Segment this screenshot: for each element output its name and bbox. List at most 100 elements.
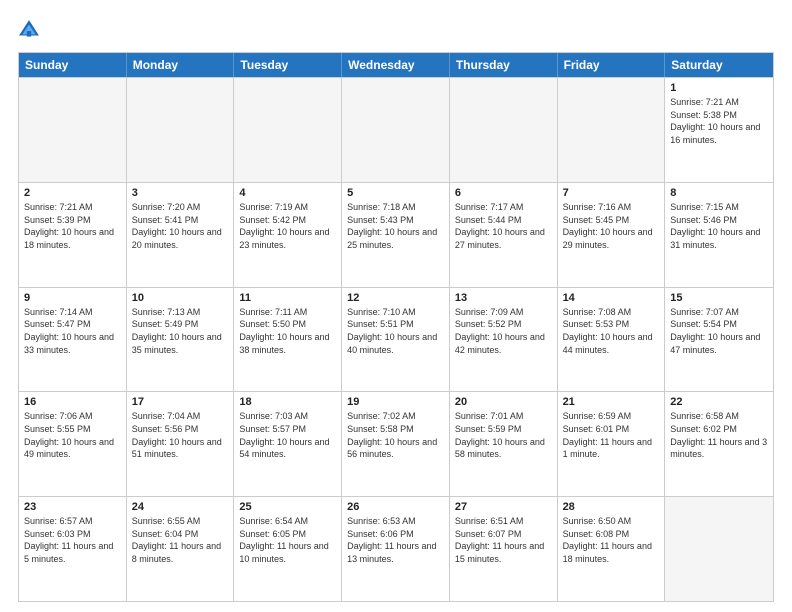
day-cell-25: 25 Sunrise: 6:54 AM Sunset: 6:05 PM Dayli… [234, 497, 342, 601]
day-cell-26: 26 Sunrise: 6:53 AM Sunset: 6:06 PM Dayli… [342, 497, 450, 601]
day-info: Sunrise: 7:20 AM Sunset: 5:41 PM Dayligh… [132, 201, 229, 251]
calendar: SundayMondayTuesdayWednesdayThursdayFrid… [18, 52, 774, 602]
calendar-header: SundayMondayTuesdayWednesdayThursdayFrid… [19, 53, 773, 77]
day-number: 23 [24, 501, 121, 513]
day-number: 5 [347, 187, 444, 199]
empty-cell-0-4 [450, 78, 558, 182]
day-cell-5: 5 Sunrise: 7:18 AM Sunset: 5:43 PM Daylig… [342, 183, 450, 287]
day-cell-20: 20 Sunrise: 7:01 AM Sunset: 5:59 PM Dayli… [450, 392, 558, 496]
header-day-tuesday: Tuesday [234, 53, 342, 77]
header-day-saturday: Saturday [665, 53, 773, 77]
header [18, 18, 774, 42]
day-info: Sunrise: 6:50 AM Sunset: 6:08 PM Dayligh… [563, 515, 660, 565]
day-info: Sunrise: 6:55 AM Sunset: 6:04 PM Dayligh… [132, 515, 229, 565]
day-number: 27 [455, 501, 552, 513]
header-day-friday: Friday [558, 53, 666, 77]
day-number: 14 [563, 292, 660, 304]
day-number: 11 [239, 292, 336, 304]
day-cell-16: 16 Sunrise: 7:06 AM Sunset: 5:55 PM Dayli… [19, 392, 127, 496]
day-cell-27: 27Sunrise: 6:51 AM Sunset: 6:07 PM Dayli… [450, 497, 558, 601]
day-number: 1 [670, 82, 768, 94]
day-number: 8 [670, 187, 768, 199]
header-day-sunday: Sunday [19, 53, 127, 77]
day-number: 15 [670, 292, 768, 304]
day-number: 2 [24, 187, 121, 199]
day-number: 18 [239, 396, 336, 408]
day-number: 3 [132, 187, 229, 199]
day-cell-7: 7 Sunrise: 7:16 AM Sunset: 5:45 PM Daylig… [558, 183, 666, 287]
day-info: Sunrise: 7:03 AM Sunset: 5:57 PM Dayligh… [239, 410, 336, 460]
header-day-thursday: Thursday [450, 53, 558, 77]
day-cell-4: 4 Sunrise: 7:19 AM Sunset: 5:42 PM Daylig… [234, 183, 342, 287]
empty-cell-0-2 [234, 78, 342, 182]
day-info: Sunrise: 7:15 AM Sunset: 5:46 PM Dayligh… [670, 201, 768, 251]
day-info: Sunrise: 6:59 AM Sunset: 6:01 PM Dayligh… [563, 410, 660, 460]
day-info: Sunrise: 7:16 AM Sunset: 5:45 PM Dayligh… [563, 201, 660, 251]
day-info: Sunrise: 7:11 AM Sunset: 5:50 PM Dayligh… [239, 306, 336, 356]
calendar-body: 1Sunrise: 7:21 AM Sunset: 5:38 PM Daylig… [19, 77, 773, 601]
day-info: Sunrise: 7:09 AM Sunset: 5:52 PM Dayligh… [455, 306, 552, 356]
day-info: Sunrise: 7:06 AM Sunset: 5:55 PM Dayligh… [24, 410, 121, 460]
day-cell-9: 9Sunrise: 7:14 AM Sunset: 5:47 PM Daylig… [19, 288, 127, 392]
day-number: 24 [132, 501, 229, 513]
logo [18, 18, 44, 42]
calendar-row-1: 2 Sunrise: 7:21 AM Sunset: 5:39 PM Daylig… [19, 182, 773, 287]
empty-cell-0-1 [127, 78, 235, 182]
day-cell-14: 14Sunrise: 7:08 AM Sunset: 5:53 PM Dayli… [558, 288, 666, 392]
calendar-row-0: 1Sunrise: 7:21 AM Sunset: 5:38 PM Daylig… [19, 77, 773, 182]
day-cell-18: 18 Sunrise: 7:03 AM Sunset: 5:57 PM Dayli… [234, 392, 342, 496]
day-cell-1: 1Sunrise: 7:21 AM Sunset: 5:38 PM Daylig… [665, 78, 773, 182]
day-number: 28 [563, 501, 660, 513]
day-info: Sunrise: 6:58 AM Sunset: 6:02 PM Dayligh… [670, 410, 768, 460]
day-number: 12 [347, 292, 444, 304]
day-cell-3: 3 Sunrise: 7:20 AM Sunset: 5:41 PM Daylig… [127, 183, 235, 287]
day-number: 4 [239, 187, 336, 199]
day-cell-12: 12Sunrise: 7:10 AM Sunset: 5:51 PM Dayli… [342, 288, 450, 392]
day-info: Sunrise: 7:17 AM Sunset: 5:44 PM Dayligh… [455, 201, 552, 251]
day-number: 26 [347, 501, 444, 513]
day-number: 13 [455, 292, 552, 304]
day-info: Sunrise: 7:04 AM Sunset: 5:56 PM Dayligh… [132, 410, 229, 460]
day-cell-19: 19 Sunrise: 7:02 AM Sunset: 5:58 PM Dayli… [342, 392, 450, 496]
day-cell-10: 10 Sunrise: 7:13 AM Sunset: 5:49 PM Dayli… [127, 288, 235, 392]
day-info: Sunrise: 6:57 AM Sunset: 6:03 PM Dayligh… [24, 515, 121, 565]
day-info: Sunrise: 6:53 AM Sunset: 6:06 PM Dayligh… [347, 515, 444, 565]
header-day-monday: Monday [127, 53, 235, 77]
day-cell-17: 17 Sunrise: 7:04 AM Sunset: 5:56 PM Dayli… [127, 392, 235, 496]
empty-cell-0-0 [19, 78, 127, 182]
day-number: 25 [239, 501, 336, 513]
day-number: 6 [455, 187, 552, 199]
day-number: 16 [24, 396, 121, 408]
day-info: Sunrise: 7:01 AM Sunset: 5:59 PM Dayligh… [455, 410, 552, 460]
header-day-wednesday: Wednesday [342, 53, 450, 77]
day-info: Sunrise: 7:02 AM Sunset: 5:58 PM Dayligh… [347, 410, 444, 460]
day-info: Sunrise: 7:13 AM Sunset: 5:49 PM Dayligh… [132, 306, 229, 356]
calendar-row-2: 9Sunrise: 7:14 AM Sunset: 5:47 PM Daylig… [19, 287, 773, 392]
empty-cell-0-5 [558, 78, 666, 182]
day-number: 20 [455, 396, 552, 408]
day-number: 10 [132, 292, 229, 304]
empty-cell-4-6 [665, 497, 773, 601]
day-cell-8: 8 Sunrise: 7:15 AM Sunset: 5:46 PM Daylig… [665, 183, 773, 287]
day-cell-2: 2 Sunrise: 7:21 AM Sunset: 5:39 PM Daylig… [19, 183, 127, 287]
day-number: 19 [347, 396, 444, 408]
page: SundayMondayTuesdayWednesdayThursdayFrid… [0, 0, 792, 612]
day-cell-23: 23 Sunrise: 6:57 AM Sunset: 6:03 PM Dayli… [19, 497, 127, 601]
day-cell-6: 6 Sunrise: 7:17 AM Sunset: 5:44 PM Daylig… [450, 183, 558, 287]
day-cell-24: 24 Sunrise: 6:55 AM Sunset: 6:04 PM Dayli… [127, 497, 235, 601]
day-cell-21: 21Sunrise: 6:59 AM Sunset: 6:01 PM Dayli… [558, 392, 666, 496]
day-info: Sunrise: 7:21 AM Sunset: 5:39 PM Dayligh… [24, 201, 121, 251]
day-cell-15: 15 Sunrise: 7:07 AM Sunset: 5:54 PM Dayli… [665, 288, 773, 392]
day-info: Sunrise: 7:18 AM Sunset: 5:43 PM Dayligh… [347, 201, 444, 251]
day-info: Sunrise: 7:19 AM Sunset: 5:42 PM Dayligh… [239, 201, 336, 251]
logo-icon [18, 19, 40, 41]
day-number: 22 [670, 396, 768, 408]
day-cell-28: 28 Sunrise: 6:50 AM Sunset: 6:08 PM Dayli… [558, 497, 666, 601]
day-number: 17 [132, 396, 229, 408]
calendar-row-4: 23 Sunrise: 6:57 AM Sunset: 6:03 PM Dayli… [19, 496, 773, 601]
day-cell-11: 11 Sunrise: 7:11 AM Sunset: 5:50 PM Dayli… [234, 288, 342, 392]
calendar-row-3: 16 Sunrise: 7:06 AM Sunset: 5:55 PM Dayli… [19, 391, 773, 496]
day-info: Sunrise: 6:54 AM Sunset: 6:05 PM Dayligh… [239, 515, 336, 565]
day-number: 7 [563, 187, 660, 199]
day-info: Sunrise: 7:07 AM Sunset: 5:54 PM Dayligh… [670, 306, 768, 356]
